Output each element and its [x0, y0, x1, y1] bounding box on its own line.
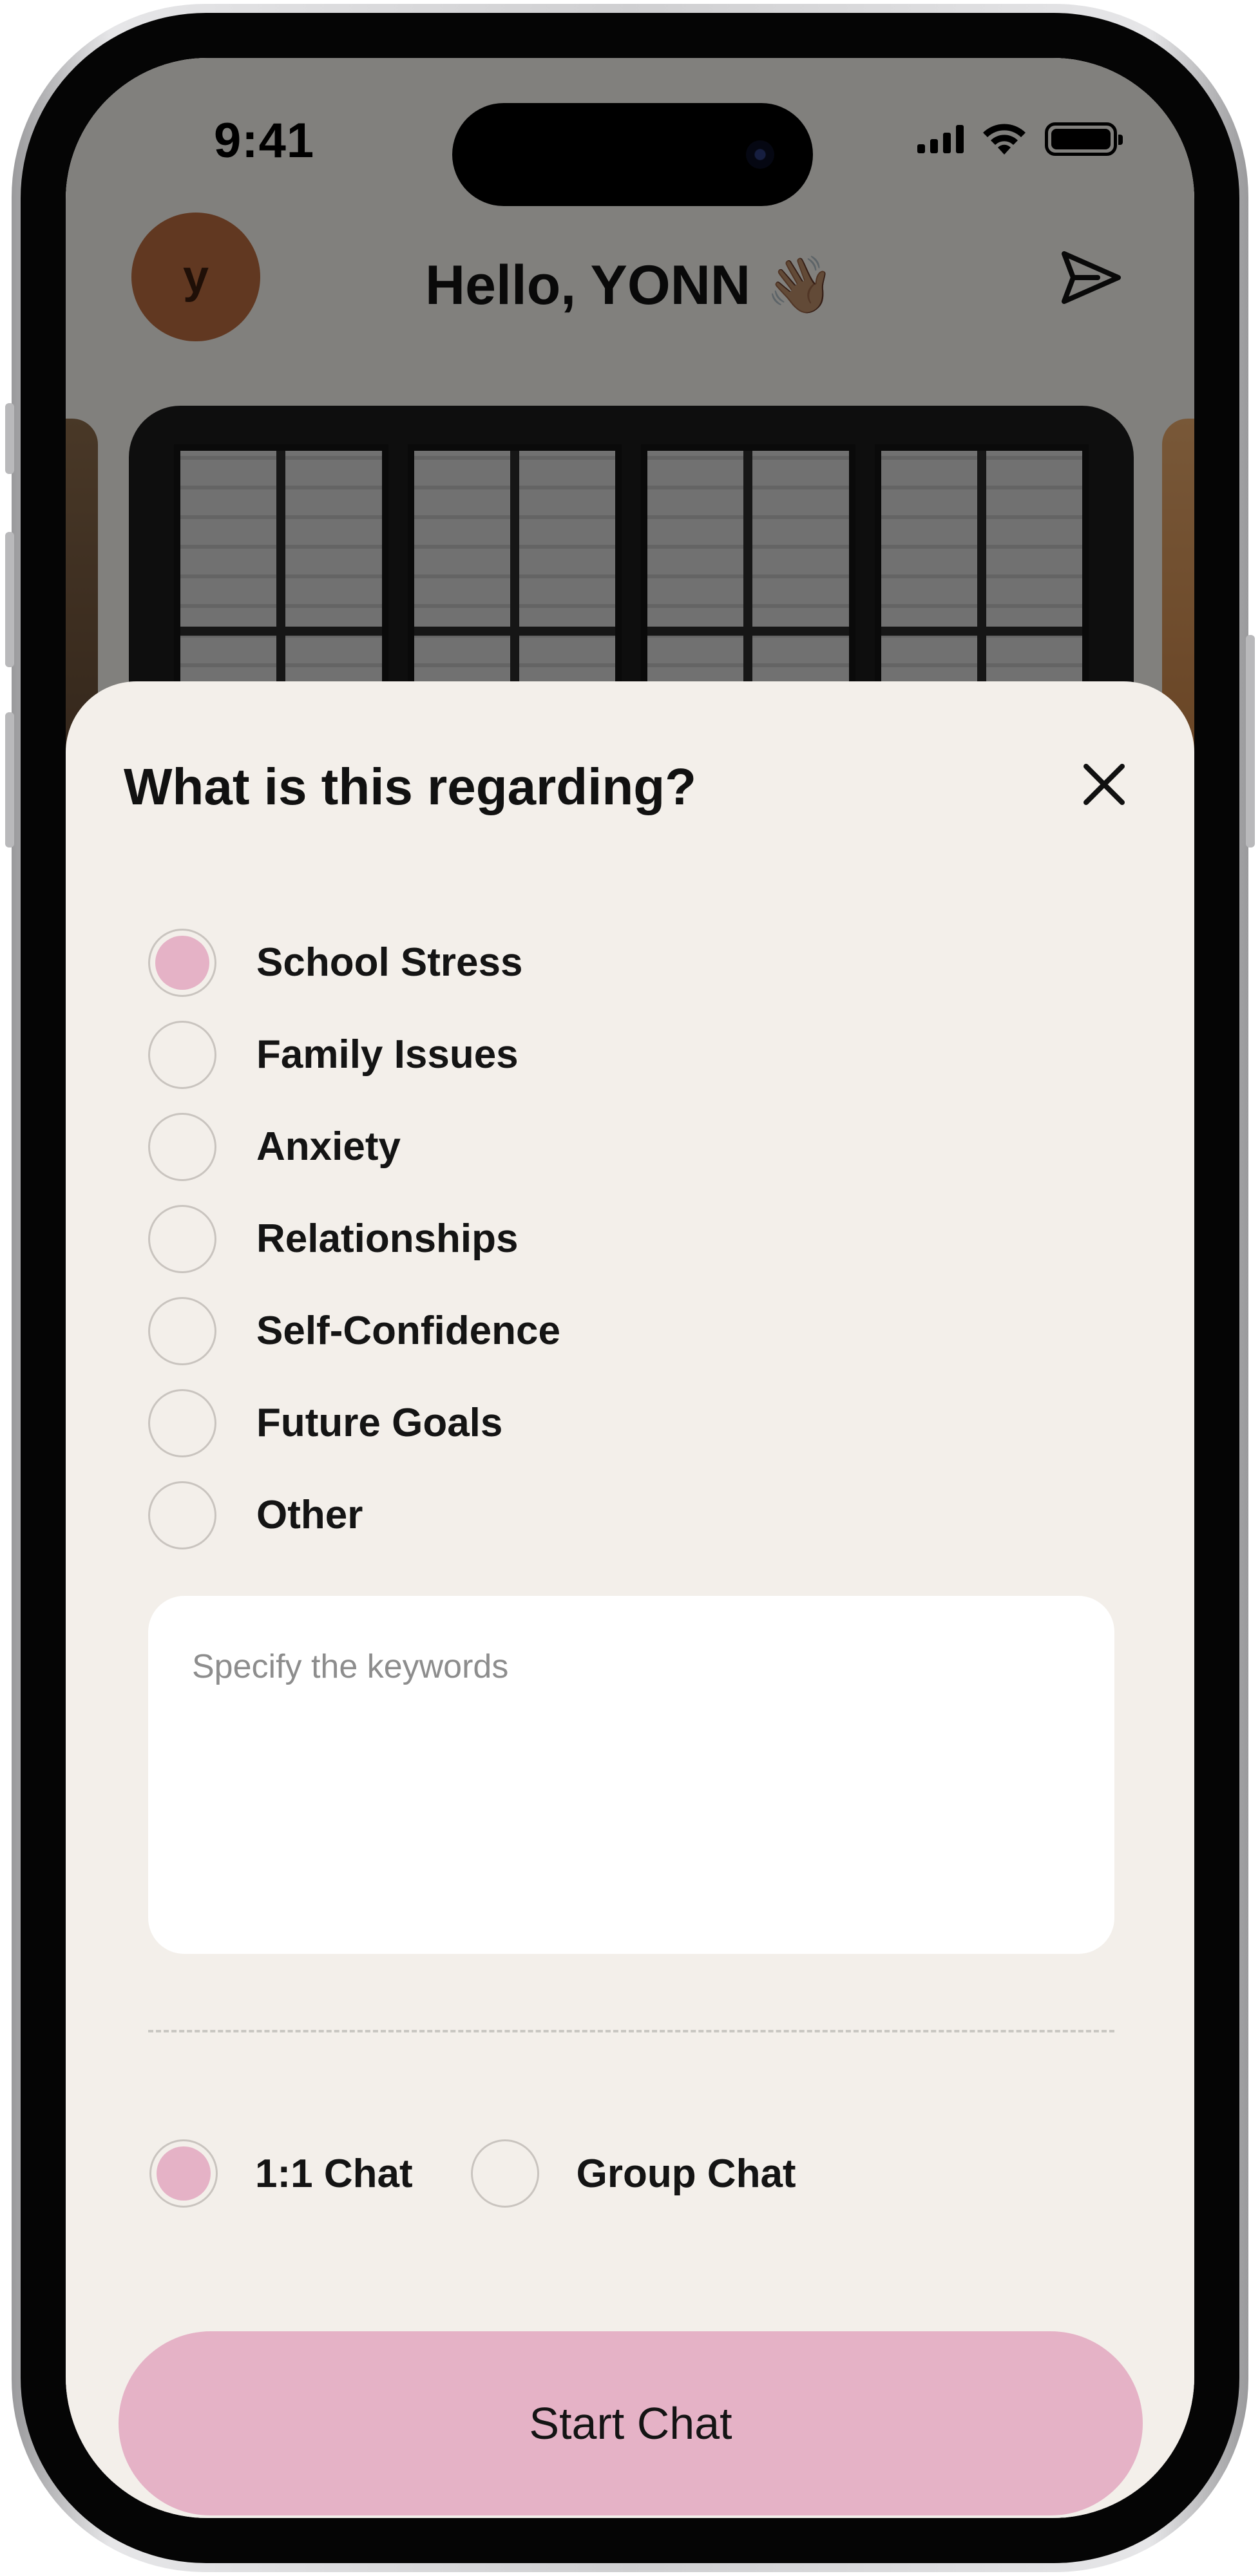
topic-label: Future Goals — [256, 1401, 503, 1445]
chat-type-radio-group: 1:1 Chat Group Chat — [149, 2139, 854, 2208]
topic-option-family-issues[interactable]: Family Issues — [148, 1009, 560, 1101]
phone-bezel: 9:41 y Hello, YONN 👋🏽 What is this regar… — [21, 13, 1239, 2563]
topic-option-school-stress[interactable]: School Stress — [148, 916, 560, 1009]
topic-option-relationships[interactable]: Relationships — [148, 1193, 560, 1285]
topic-radio-group: School Stress Family Issues Anxiety Rela… — [148, 916, 560, 1561]
radio-button[interactable] — [148, 1204, 216, 1273]
action-button — [5, 403, 14, 474]
chat-type-label: 1:1 Chat — [255, 2151, 413, 2196]
topic-label: Relationships — [256, 1217, 519, 1261]
chat-type-option-group[interactable]: Group Chat — [470, 2139, 796, 2208]
start-chat-button[interactable]: Start Chat — [119, 2331, 1143, 2515]
topic-option-self-confidence[interactable]: Self-Confidence — [148, 1285, 560, 1377]
radio-button[interactable] — [148, 1296, 216, 1365]
close-button[interactable] — [1072, 752, 1136, 817]
topic-option-anxiety[interactable]: Anxiety — [148, 1101, 560, 1193]
topic-option-other[interactable]: Other — [148, 1469, 560, 1561]
power-button — [1246, 635, 1255, 848]
chat-type-label: Group Chat — [576, 2151, 796, 2196]
topic-label: School Stress — [256, 940, 523, 985]
radio-button[interactable] — [470, 2139, 539, 2208]
radio-button[interactable] — [148, 1388, 216, 1457]
keywords-input[interactable] — [148, 1596, 1114, 1954]
topic-label: Anxiety — [256, 1124, 401, 1169]
sheet-title: What is this regarding? — [124, 758, 696, 815]
topic-label: Other — [256, 1493, 363, 1537]
radio-button[interactable] — [148, 1112, 216, 1181]
radio-button-selected[interactable] — [149, 2139, 218, 2208]
radio-button-selected[interactable] — [148, 928, 216, 997]
topic-option-future-goals[interactable]: Future Goals — [148, 1377, 560, 1469]
topic-bottom-sheet: What is this regarding? School Stress Fa… — [66, 681, 1194, 2518]
screen: 9:41 y Hello, YONN 👋🏽 What is this regar… — [66, 58, 1194, 2518]
radio-button[interactable] — [148, 1020, 216, 1089]
chat-type-option-1-1[interactable]: 1:1 Chat — [149, 2139, 413, 2208]
topic-label: Family Issues — [256, 1032, 519, 1077]
volume-up-button — [5, 532, 14, 667]
volume-down-button — [5, 712, 14, 848]
topic-label: Self-Confidence — [256, 1309, 560, 1353]
close-icon — [1083, 764, 1125, 805]
dashed-divider — [148, 2030, 1114, 2032]
radio-button[interactable] — [148, 1481, 216, 1549]
phone-frame: 9:41 y Hello, YONN 👋🏽 What is this regar… — [5, 4, 1255, 2572]
